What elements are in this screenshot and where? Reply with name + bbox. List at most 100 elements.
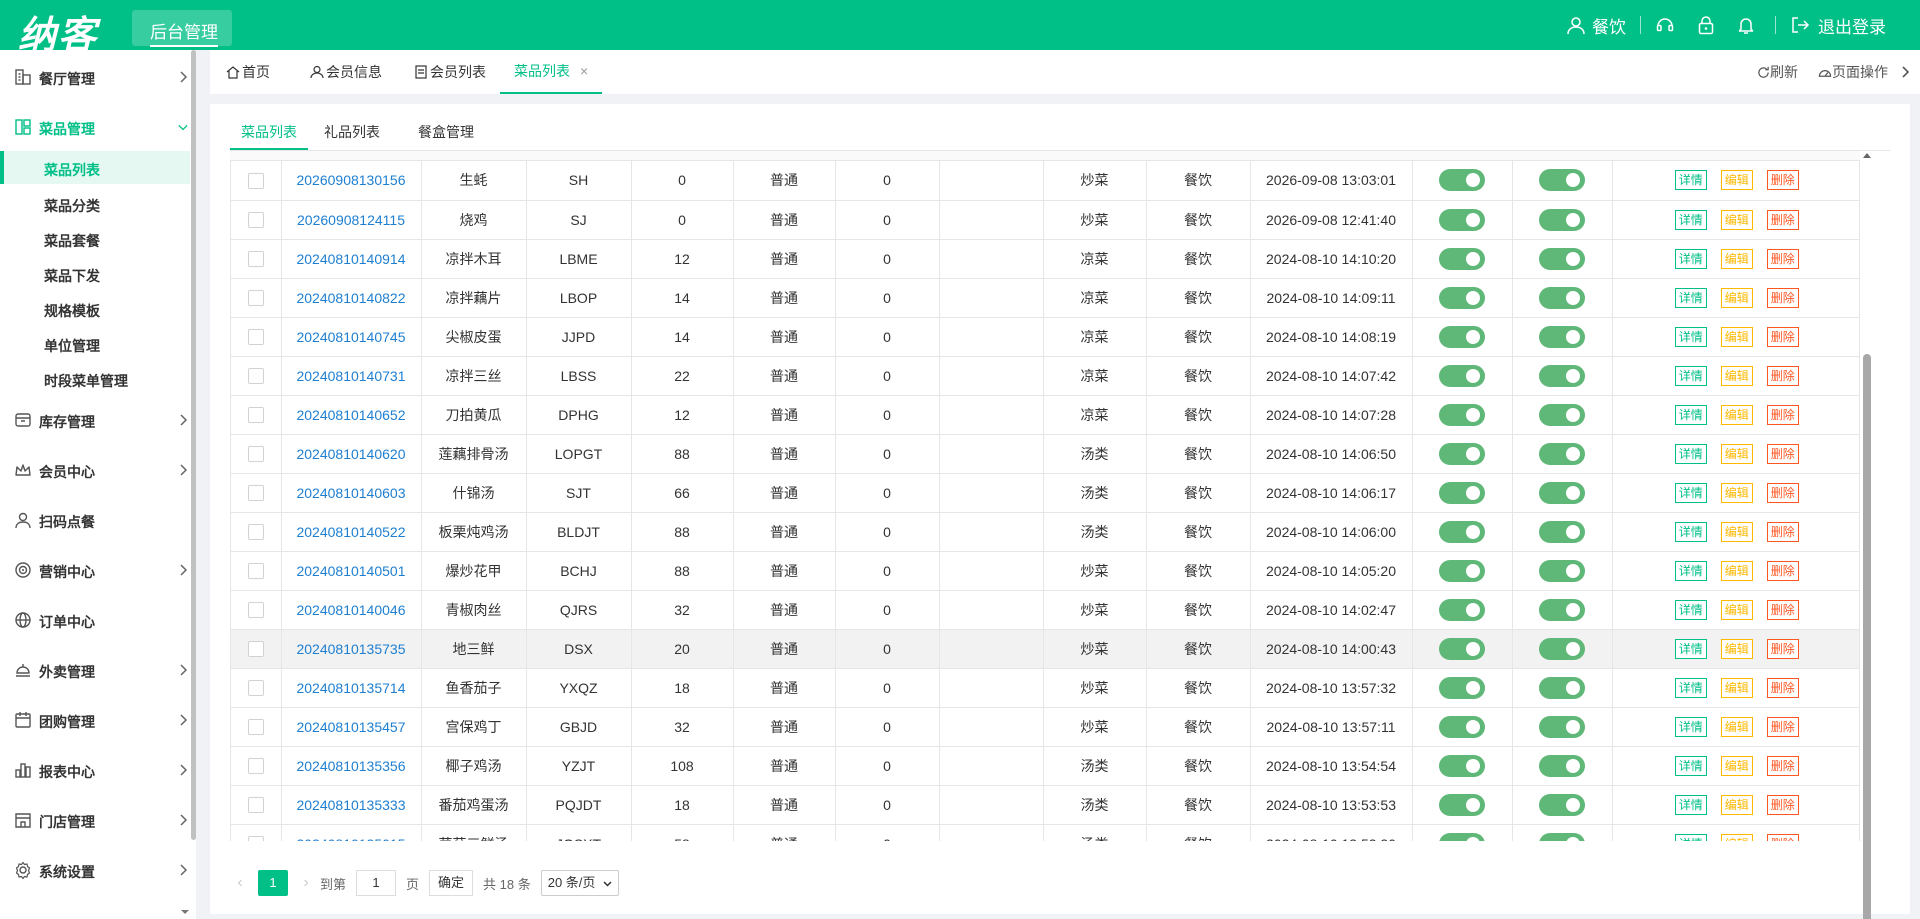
detail-button[interactable]: 详情 <box>1674 287 1707 308</box>
sidebar-item-group-buy[interactable]: 团购管理 <box>0 705 190 735</box>
status-toggle[interactable] <box>1439 325 1485 348</box>
sidebar-subitem-dish-category[interactable]: 菜品分类 <box>0 187 190 220</box>
table-scrollbar[interactable] <box>1860 148 1874 919</box>
status-toggle[interactable] <box>1439 793 1485 816</box>
status-toggle[interactable] <box>1439 520 1485 543</box>
detail-button[interactable]: 详情 <box>1674 326 1707 347</box>
detail-button[interactable]: 详情 <box>1674 482 1707 503</box>
page-jump-input[interactable]: 1 <box>356 870 397 896</box>
row-checkbox[interactable] <box>247 329 264 346</box>
detail-button[interactable]: 详情 <box>1674 443 1707 464</box>
row-checkbox[interactable] <box>247 212 264 229</box>
row-checkbox[interactable] <box>247 797 264 814</box>
dish-code-link[interactable]: 20240810135333 <box>296 797 405 813</box>
dish-code-link[interactable]: 20240810140822 <box>296 290 405 306</box>
status-toggle[interactable] <box>1439 754 1485 777</box>
row-checkbox[interactable] <box>247 290 264 307</box>
sale-toggle[interactable] <box>1539 208 1585 231</box>
delete-button[interactable]: 删除 <box>1766 521 1799 542</box>
status-toggle[interactable] <box>1439 169 1485 192</box>
delete-button[interactable]: 删除 <box>1766 443 1799 464</box>
row-checkbox[interactable] <box>247 641 264 658</box>
row-checkbox[interactable] <box>247 563 264 580</box>
sidebar-subitem-dish-set[interactable]: 菜品套餐 <box>0 222 190 255</box>
page-ops-button[interactable]: 页面操作 <box>1818 62 1888 82</box>
detail-button[interactable]: 详情 <box>1674 677 1707 698</box>
delete-button[interactable]: 删除 <box>1766 755 1799 776</box>
sidebar-item-restaurant[interactable]: 餐厅管理 <box>0 62 190 92</box>
user-menu[interactable]: 餐饮 <box>1566 13 1626 38</box>
row-checkbox[interactable] <box>247 172 264 189</box>
detail-button[interactable]: 详情 <box>1674 404 1707 425</box>
edit-button[interactable]: 编辑 <box>1720 599 1753 620</box>
dish-code-link[interactable]: 20240810140731 <box>296 368 405 384</box>
sale-toggle[interactable] <box>1539 832 1585 841</box>
dish-code-link[interactable]: 20240810140652 <box>296 407 405 423</box>
lock-icon[interactable] <box>1697 15 1715 35</box>
edit-button[interactable]: 编辑 <box>1720 287 1753 308</box>
row-checkbox[interactable] <box>247 836 264 841</box>
sidebar-item-reports[interactable]: 报表中心 <box>0 755 190 785</box>
edit-button[interactable]: 编辑 <box>1720 716 1753 737</box>
sale-toggle[interactable] <box>1539 247 1585 270</box>
dish-code-link[interactable]: 20240810140603 <box>296 485 405 501</box>
status-toggle[interactable] <box>1439 247 1485 270</box>
row-checkbox[interactable] <box>247 680 264 697</box>
table-scrollbar-thumb[interactable] <box>1863 354 1871 919</box>
detail-button[interactable]: 详情 <box>1674 248 1707 269</box>
dish-code-link[interactable]: 20260908130156 <box>296 172 405 188</box>
subtab-box-management[interactable]: 餐盒管理 <box>418 114 474 150</box>
delete-button[interactable]: 删除 <box>1766 482 1799 503</box>
delete-button[interactable]: 删除 <box>1766 677 1799 698</box>
detail-button[interactable]: 详情 <box>1674 794 1707 815</box>
bell-icon[interactable] <box>1737 15 1755 35</box>
subtab-dish-list[interactable]: 菜品列表 <box>230 114 308 150</box>
status-toggle[interactable] <box>1439 364 1485 387</box>
dish-code-link[interactable]: 20260908124115 <box>297 212 405 228</box>
page-size-select[interactable]: 20 条/页 <box>540 870 620 896</box>
sale-toggle[interactable] <box>1539 598 1585 621</box>
dish-code-link[interactable]: 20240810135356 <box>296 758 405 774</box>
sale-toggle[interactable] <box>1539 676 1585 699</box>
sidebar-item-stores[interactable]: 门店管理 <box>0 805 190 835</box>
sale-toggle[interactable] <box>1539 325 1585 348</box>
delete-button[interactable]: 删除 <box>1766 404 1799 425</box>
close-icon[interactable]: × <box>580 63 588 79</box>
tab-home[interactable]: 首页 <box>226 50 270 94</box>
sidebar-item-member[interactable]: 会员中心 <box>0 455 190 485</box>
status-toggle[interactable] <box>1439 559 1485 582</box>
sale-toggle[interactable] <box>1539 442 1585 465</box>
subtab-gift-list[interactable]: 礼品列表 <box>324 114 380 150</box>
page-number-current[interactable]: 1 <box>258 870 288 896</box>
row-checkbox[interactable] <box>247 407 264 424</box>
detail-button[interactable]: 详情 <box>1674 365 1707 386</box>
edit-button[interactable]: 编辑 <box>1720 794 1753 815</box>
status-toggle[interactable] <box>1439 286 1485 309</box>
delete-button[interactable]: 删除 <box>1766 326 1799 347</box>
sidebar-scroll-down-icon[interactable] <box>180 908 190 916</box>
delete-button[interactable]: 删除 <box>1766 794 1799 815</box>
edit-button[interactable]: 编辑 <box>1720 755 1753 776</box>
row-checkbox[interactable] <box>247 719 264 736</box>
delete-button[interactable]: 删除 <box>1766 599 1799 620</box>
dish-code-link[interactable]: 20240810140046 <box>296 602 405 618</box>
detail-button[interactable]: 详情 <box>1674 170 1707 191</box>
refresh-button[interactable]: 刷新 <box>1757 62 1798 82</box>
chevron-right-icon[interactable] <box>1900 65 1910 79</box>
edit-button[interactable]: 编辑 <box>1720 677 1753 698</box>
row-checkbox[interactable] <box>247 251 264 268</box>
prev-page-button[interactable]: ‹ <box>230 874 250 892</box>
sidebar-subitem-dish-dispatch[interactable]: 菜品下发 <box>0 257 190 290</box>
detail-button[interactable]: 详情 <box>1674 209 1707 230</box>
sale-toggle[interactable] <box>1539 481 1585 504</box>
sidebar-item-scan-order[interactable]: 扫码点餐 <box>0 505 190 535</box>
edit-button[interactable]: 编辑 <box>1720 170 1753 191</box>
edit-button[interactable]: 编辑 <box>1720 404 1753 425</box>
edit-button[interactable]: 编辑 <box>1720 560 1753 581</box>
detail-button[interactable]: 详情 <box>1674 560 1707 581</box>
status-toggle[interactable] <box>1439 598 1485 621</box>
sidebar-item-marketing[interactable]: 营销中心 <box>0 555 190 585</box>
edit-button[interactable]: 编辑 <box>1720 833 1753 841</box>
sidebar-item-inventory[interactable]: 库存管理 <box>0 405 190 435</box>
dish-code-link[interactable]: 20240810140914 <box>296 251 405 267</box>
